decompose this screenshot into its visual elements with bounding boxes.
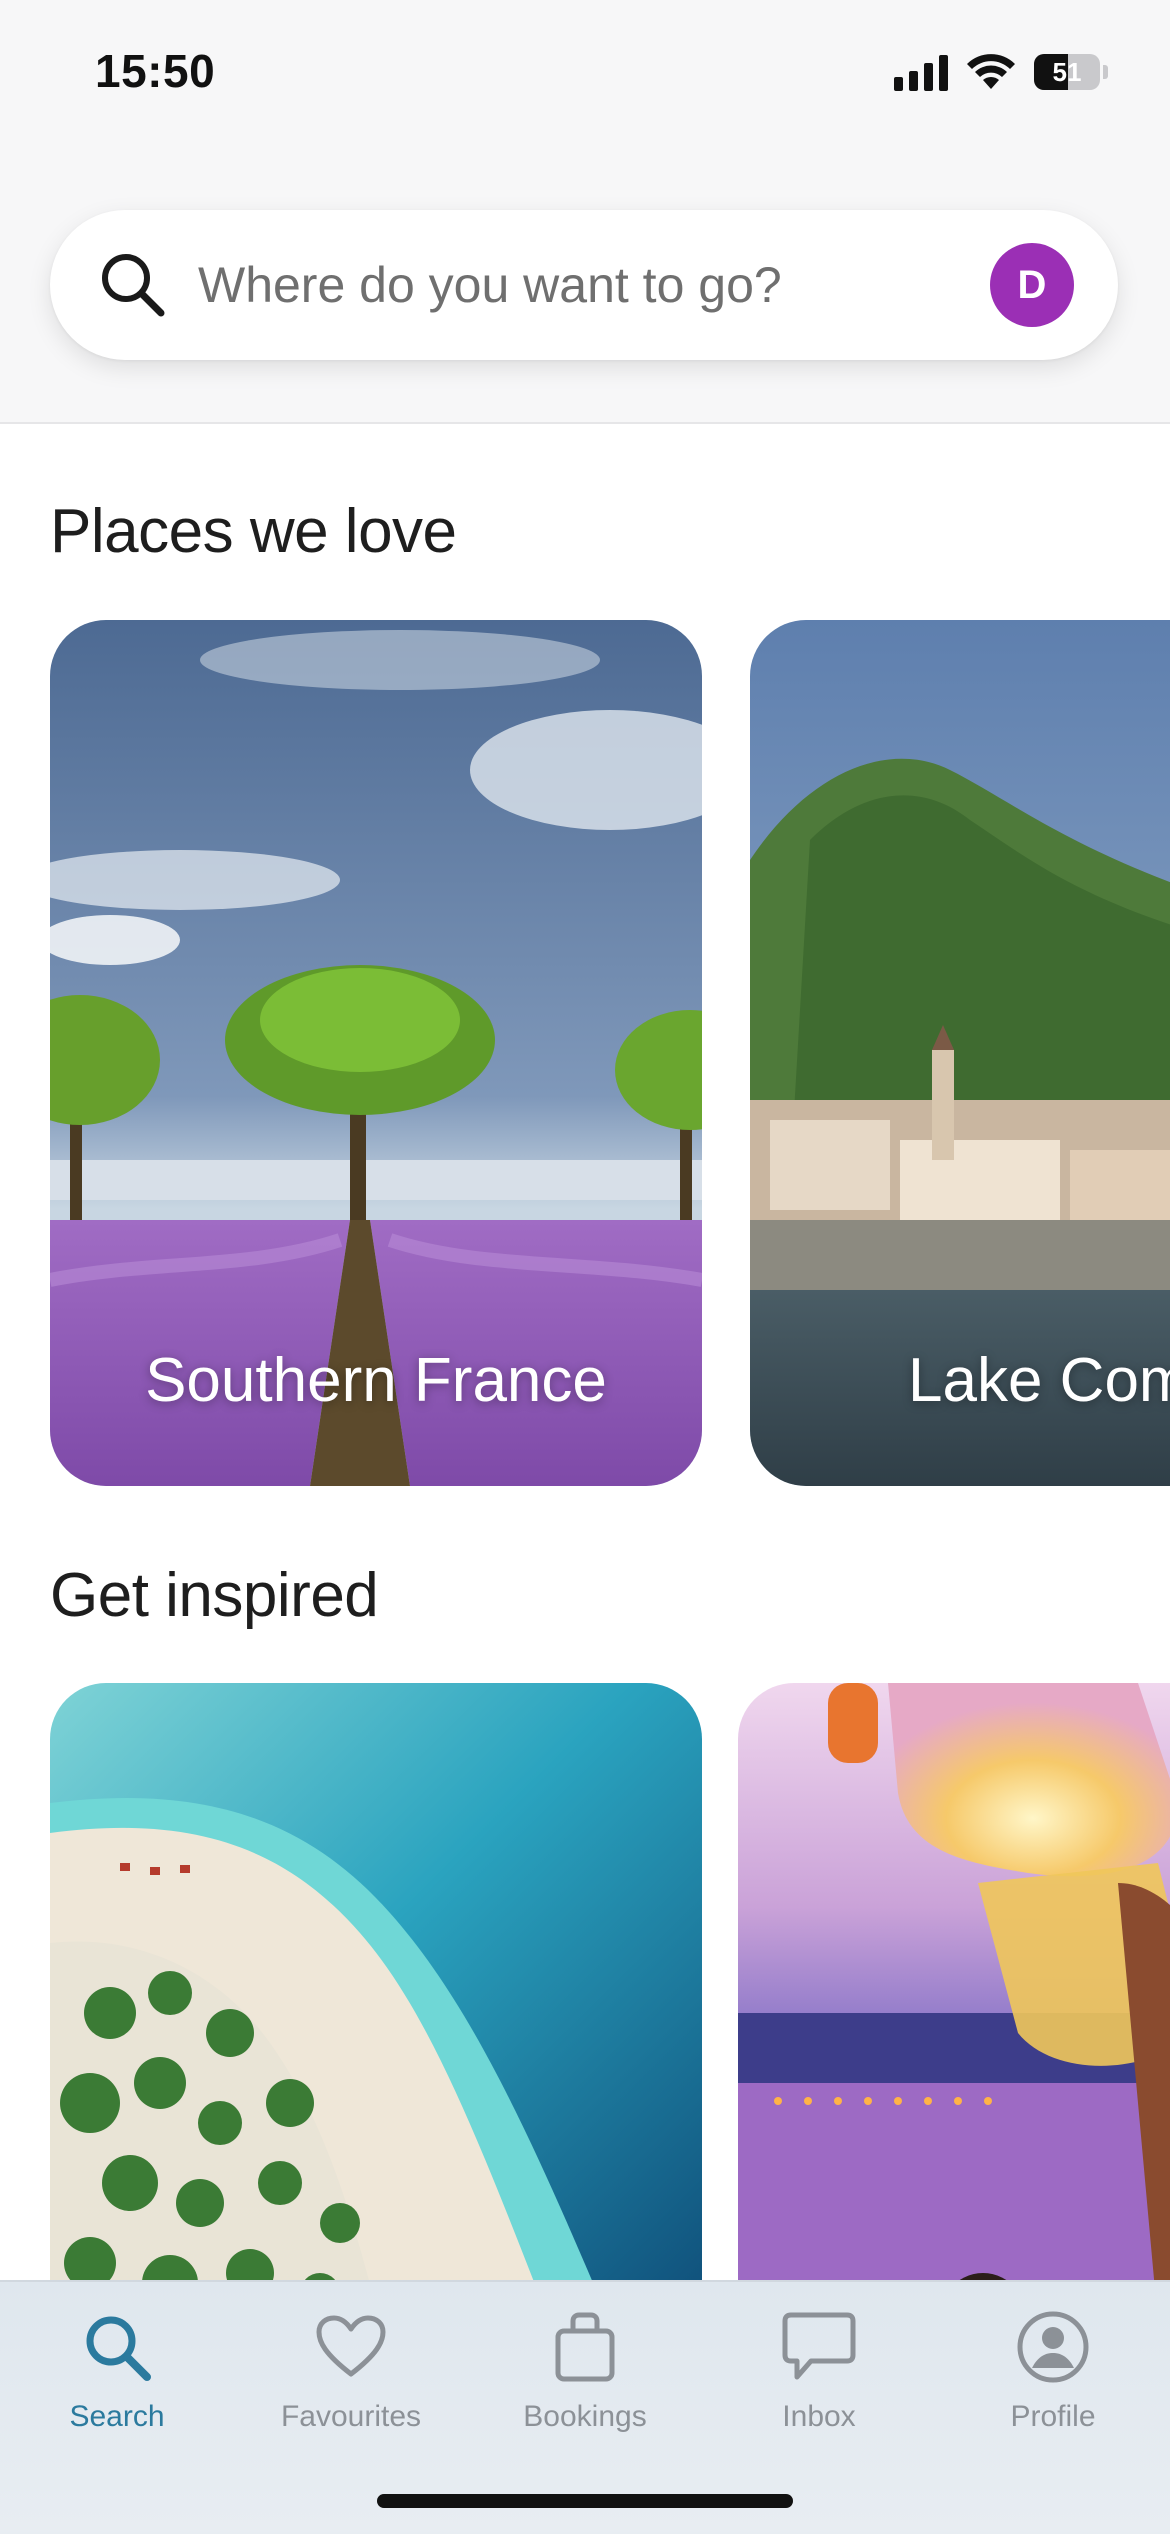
- battery-icon: 51: [1034, 54, 1100, 90]
- battery-cap: [1103, 65, 1108, 79]
- tab-label: Favourites: [280, 2400, 422, 2433]
- card-label: Lake Como: [908, 1346, 1170, 1415]
- tab-label: Bookings: [523, 2400, 647, 2433]
- section-title-places-we-love: Places we love: [50, 497, 457, 566]
- profile-icon: [936, 2302, 1170, 2392]
- bottom-tab-bar: Search Favourites Bookings Inbox Profile: [0, 2280, 1170, 2534]
- tab-inbox[interactable]: Inbox: [702, 2302, 936, 2434]
- tab-bookings[interactable]: Bookings: [468, 2302, 702, 2434]
- status-bar: 15:50 51: [0, 0, 1170, 150]
- tab-search[interactable]: Search: [0, 2302, 234, 2434]
- heart-icon: [234, 2302, 468, 2392]
- tab-profile[interactable]: Profile: [936, 2302, 1170, 2434]
- status-time: 15:50: [95, 45, 216, 97]
- destination-card-lake-como[interactable]: Lake Como: [750, 620, 1170, 1486]
- tab-label: Search: [69, 2400, 165, 2433]
- battery-percentage: 51: [1052, 56, 1082, 87]
- sky-lanterns-image: [738, 1683, 1170, 2323]
- status-icons: 51: [894, 50, 1108, 94]
- cellular-signal-icon: [894, 53, 948, 91]
- avatar[interactable]: D: [990, 243, 1074, 327]
- tab-label: Inbox: [782, 2400, 856, 2433]
- search-icon: [0, 2302, 234, 2392]
- tropical-beach-image: [50, 1683, 702, 2323]
- bag-icon: [468, 2302, 702, 2392]
- search-header: D: [0, 150, 1170, 424]
- inspiration-card-lanterns[interactable]: [738, 1683, 1170, 2323]
- section-title-get-inspired: Get inspired: [50, 1561, 379, 1630]
- wifi-icon: [967, 54, 1015, 89]
- search-input[interactable]: [196, 255, 990, 315]
- home-indicator: [377, 2494, 793, 2508]
- search-icon: [98, 250, 168, 320]
- search-bar[interactable]: D: [50, 210, 1118, 360]
- inspiration-card-beach[interactable]: [50, 1683, 702, 2323]
- card-label: Southern France: [145, 1346, 607, 1415]
- chat-bubble-icon: [702, 2302, 936, 2392]
- tab-label: Profile: [1010, 2400, 1096, 2433]
- tab-favourites[interactable]: Favourites: [234, 2302, 468, 2434]
- destination-card-southern-france[interactable]: Southern France: [50, 620, 702, 1486]
